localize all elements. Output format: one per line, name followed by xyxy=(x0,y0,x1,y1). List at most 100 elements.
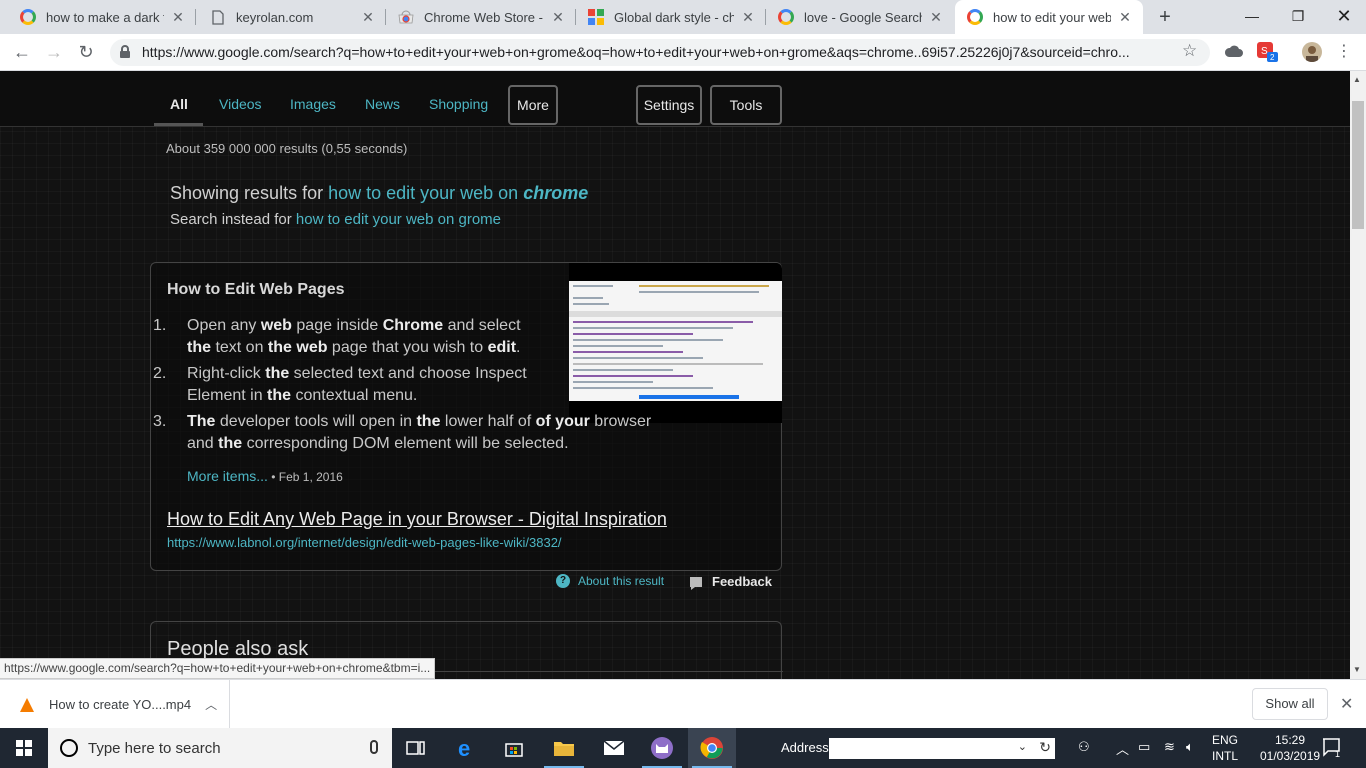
address-toolbar-input[interactable]: ⌄ ↻ xyxy=(829,738,1055,759)
close-tab-icon[interactable]: ✕ xyxy=(550,9,566,26)
download-filename: How to create YO....mp4 xyxy=(49,697,192,712)
browser-tab[interactable]: love - Google Search ✕ xyxy=(766,0,954,34)
chevron-up-icon[interactable]: ︿ xyxy=(205,696,217,713)
taskbar-search-box[interactable]: Type here to search xyxy=(48,728,392,768)
feedback-icon xyxy=(690,576,702,590)
microphone-icon[interactable] xyxy=(370,740,378,754)
page-scrollbar[interactable]: ▲ ▼ xyxy=(1350,71,1366,679)
chrome-icon[interactable] xyxy=(688,728,736,768)
step-text: Open any web page inside Chrome and sele… xyxy=(187,317,521,356)
more-button[interactable]: More xyxy=(508,85,558,125)
close-tab-icon[interactable]: ✕ xyxy=(928,9,944,26)
battery-icon[interactable]: ▭ xyxy=(1138,739,1150,755)
extension-badge-count: 2 xyxy=(1270,53,1275,62)
browser-tab[interactable]: Global dark style - chan ✕ xyxy=(576,0,766,34)
close-tab-icon[interactable]: ✕ xyxy=(360,9,376,26)
about-this-result[interactable]: ? About this result xyxy=(556,574,664,588)
browser-tab-active[interactable]: how to edit your web o ✕ xyxy=(955,0,1143,34)
tab-news[interactable]: News xyxy=(365,96,400,112)
tab-images[interactable]: Images xyxy=(290,96,336,112)
skype-extension-icon[interactable]: S2 xyxy=(1257,42,1278,62)
minimize-button[interactable]: — xyxy=(1229,0,1275,32)
address-bar[interactable]: https://www.google.com/search?q=how+to+e… xyxy=(110,39,1210,66)
download-shelf: How to create YO....mp4 ︿ Show all ✕ xyxy=(0,679,1366,729)
show-all-button[interactable]: Show all xyxy=(1252,688,1328,720)
tab-title: Chrome Web Store - th xyxy=(424,9,544,25)
address-toolbar-label: Address xyxy=(781,740,829,755)
google-icon xyxy=(20,9,36,25)
tab-shopping[interactable]: Shopping xyxy=(429,96,488,112)
snippet-title: How to Edit Web Pages xyxy=(167,281,345,298)
start-button[interactable] xyxy=(0,728,48,768)
file-explorer-icon[interactable] xyxy=(540,728,588,768)
refresh-icon[interactable]: ↻ xyxy=(1039,739,1051,756)
input-language[interactable]: ENG INTL xyxy=(1212,732,1238,764)
showing-prefix: Showing results for xyxy=(170,183,329,203)
mail-icon[interactable] xyxy=(590,728,638,768)
list-item: 1. Open any web page inside Chrome and s… xyxy=(153,315,539,359)
close-tab-icon[interactable]: ✕ xyxy=(740,9,756,26)
windows-taskbar: Type here to search e Address ⌄ ↻ ⚇ ︿ ▭ … xyxy=(0,728,1366,768)
tools-button[interactable]: Tools xyxy=(710,85,782,125)
more-items-link[interactable]: More items... xyxy=(187,468,268,484)
snippet-steps-list: 1. Open any web page inside Chrome and s… xyxy=(153,315,689,459)
browser-tab[interactable]: Chrome Web Store - th ✕ xyxy=(386,0,576,34)
chevron-down-icon[interactable]: ⌄ xyxy=(1018,740,1027,753)
result-url[interactable]: https://www.labnol.org/internet/design/e… xyxy=(167,535,562,550)
vlc-icon xyxy=(20,697,34,712)
tab-videos[interactable]: Videos xyxy=(219,96,262,112)
snippet-date: • Feb 1, 2016 xyxy=(267,470,343,484)
more-items-row: More items... • Feb 1, 2016 xyxy=(187,468,343,484)
volume-icon[interactable]: 🔈︎ xyxy=(1186,739,1194,755)
step-number: 2. xyxy=(153,365,167,382)
step-text: The developer tools will open in the low… xyxy=(187,413,652,452)
result-stats: About 359 000 000 results (0,55 seconds) xyxy=(166,141,408,156)
chevron-up-icon[interactable]: ︿ xyxy=(1116,739,1129,758)
edge-icon[interactable]: e xyxy=(442,728,490,768)
browser-tab[interactable]: keyrolan.com ✕ xyxy=(198,0,386,34)
scroll-down-icon[interactable]: ▼ xyxy=(1353,665,1361,674)
result-title-link[interactable]: How to Edit Any Web Page in your Browser… xyxy=(167,509,667,530)
scrollbar-thumb[interactable] xyxy=(1352,101,1364,229)
system-clock[interactable]: 15:29 01/03/2019 xyxy=(1260,732,1320,764)
close-shelf-icon[interactable]: ✕ xyxy=(1340,694,1353,714)
corrected-query-link[interactable]: how to edit your web on chrome xyxy=(328,183,588,203)
profile-avatar[interactable] xyxy=(1302,42,1322,62)
people-icon[interactable]: ⚇ xyxy=(1078,739,1090,755)
close-tab-icon[interactable]: ✕ xyxy=(1117,9,1133,26)
lock-icon xyxy=(120,45,130,58)
original-query-link[interactable]: how to edit your web on grome xyxy=(296,211,501,228)
step-number: 1. xyxy=(153,317,167,334)
url-text[interactable]: https://www.google.com/search?q=how+to+e… xyxy=(142,44,1152,60)
browser-tab[interactable]: how to make a dark the ✕ xyxy=(8,0,196,34)
instead-prefix: Search instead for xyxy=(170,211,296,228)
clock-date: 01/03/2019 xyxy=(1260,749,1321,763)
action-center-icon[interactable]: 1 xyxy=(1322,738,1342,759)
bookmark-star-icon[interactable]: ☆ xyxy=(1182,41,1197,61)
cloud-extension-icon[interactable] xyxy=(1224,42,1244,62)
back-button[interactable]: ← xyxy=(10,40,34,64)
download-item[interactable]: How to create YO....mp4 ︿ xyxy=(0,680,230,729)
restore-button[interactable]: ❐ xyxy=(1275,0,1321,32)
menu-kebab-icon[interactable]: ⋮ xyxy=(1332,40,1356,64)
feedback-button[interactable]: Feedback xyxy=(690,574,772,590)
link-status-bubble: https://www.google.com/search?q=how+to+e… xyxy=(0,658,436,679)
task-view-icon[interactable] xyxy=(392,728,440,768)
close-window-button[interactable]: ✕ xyxy=(1321,0,1366,32)
tab-all[interactable]: All xyxy=(170,96,188,112)
new-tab-button[interactable]: + xyxy=(1154,6,1176,28)
forward-button[interactable]: → xyxy=(42,40,66,64)
wifi-icon[interactable]: ≋ xyxy=(1164,739,1175,755)
settings-button[interactable]: Settings xyxy=(636,85,702,125)
cat-app-icon[interactable] xyxy=(638,728,686,768)
step-text: Right-click the selected text and choose… xyxy=(187,365,527,404)
tab-title: how to make a dark the xyxy=(46,9,164,25)
store-icon[interactable] xyxy=(490,728,538,768)
keyboard-layout: INTL xyxy=(1212,749,1239,763)
step-number: 3. xyxy=(153,413,167,430)
webstore-icon xyxy=(398,9,414,25)
scroll-up-icon[interactable]: ▲ xyxy=(1353,75,1361,84)
close-tab-icon[interactable]: ✕ xyxy=(170,9,186,26)
reload-button[interactable]: ↻ xyxy=(74,40,98,64)
about-result-label: About this result xyxy=(578,574,665,588)
